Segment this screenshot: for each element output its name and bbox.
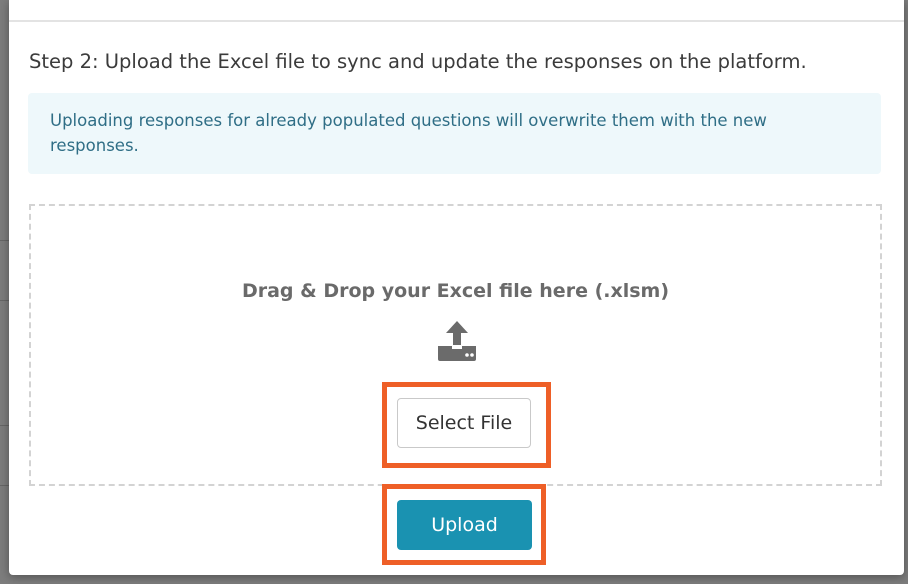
dropzone-label: Drag & Drop your Excel file here (.xlsm) bbox=[241, 280, 670, 302]
step-instruction: Step 2: Upload the Excel file to sync an… bbox=[29, 50, 807, 73]
background-divider bbox=[0, 425, 9, 426]
select-file-button[interactable]: Select File bbox=[397, 398, 531, 448]
upload-button[interactable]: Upload bbox=[397, 500, 532, 550]
upload-modal: Step 2: Upload the Excel file to sync an… bbox=[9, 0, 904, 575]
background-divider bbox=[0, 300, 9, 301]
info-alert: Uploading responses for already populate… bbox=[28, 93, 881, 174]
upload-icon bbox=[438, 321, 476, 361]
background-divider bbox=[0, 485, 9, 486]
modal-header-divider bbox=[9, 20, 904, 22]
info-alert-text: Uploading responses for already populate… bbox=[50, 111, 767, 155]
background-divider bbox=[0, 240, 9, 241]
